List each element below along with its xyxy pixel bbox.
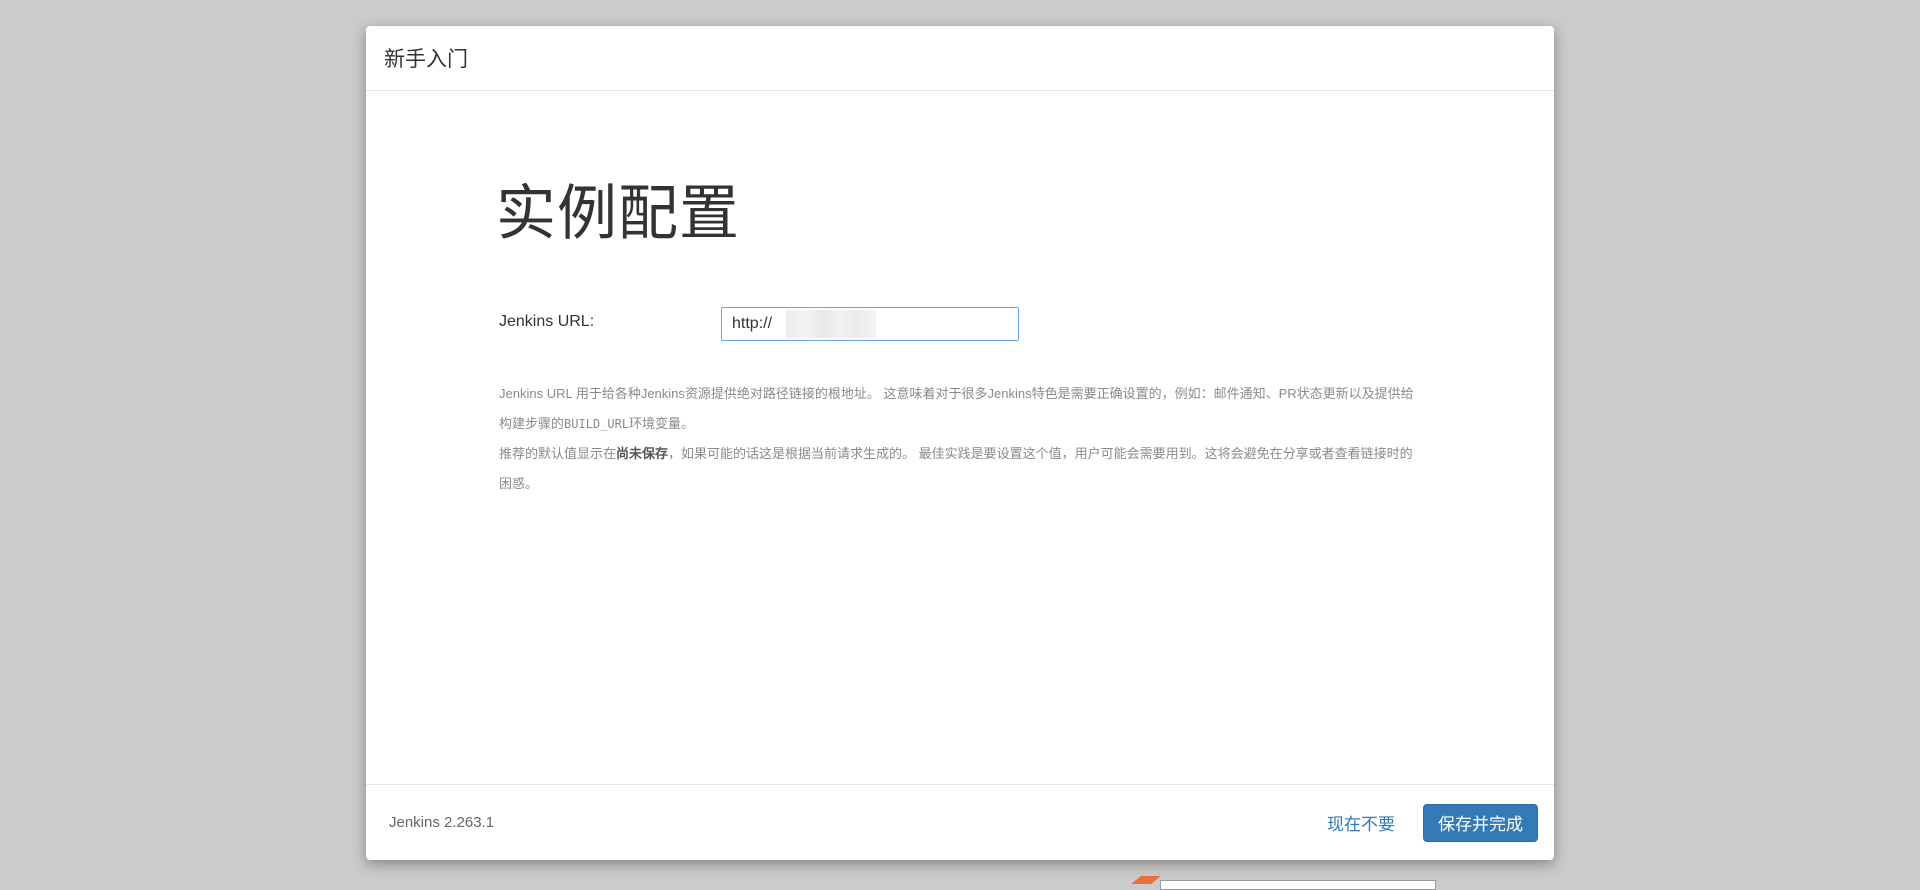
help-text: Jenkins URL 用于给各种Jenkins资源提供绝对路径链接的根地址。 …: [499, 379, 1419, 499]
page-heading: 实例配置: [496, 180, 740, 247]
not-now-button[interactable]: 现在不要: [1323, 802, 1399, 843]
underlying-window-edge: [1160, 880, 1436, 890]
not-saved-emphasis: 尚未保存: [616, 446, 669, 461]
jenkins-url-label: Jenkins URL:: [499, 313, 595, 330]
jenkins-version: Jenkins 2.263.1: [389, 814, 495, 831]
build-url-code: BUILD_URL: [564, 417, 630, 431]
jenkins-url-input[interactable]: [721, 307, 1019, 341]
save-and-finish-button[interactable]: 保存并完成: [1423, 803, 1538, 842]
help-paragraph-2: 推荐的默认值显示在尚未保存，如果可能的话这是根据当前请求生成的。 最佳实践是要设…: [499, 446, 1413, 491]
dialog-header: 新手入门: [366, 26, 1554, 91]
arrow-shape: [1131, 876, 1161, 884]
dialog-title: 新手入门: [384, 48, 468, 71]
setup-wizard-dialog: 新手入门 实例配置 Jenkins URL: Jenkins URL 用于给各种…: [366, 26, 1554, 860]
dialog-body: 实例配置 Jenkins URL: Jenkins URL 用于给各种Jenki…: [366, 91, 1554, 784]
help-paragraph-1: Jenkins URL 用于给各种Jenkins资源提供绝对路径链接的根地址。 …: [499, 386, 1414, 431]
dialog-footer: Jenkins 2.263.1 现在不要 保存并完成: [366, 784, 1554, 860]
